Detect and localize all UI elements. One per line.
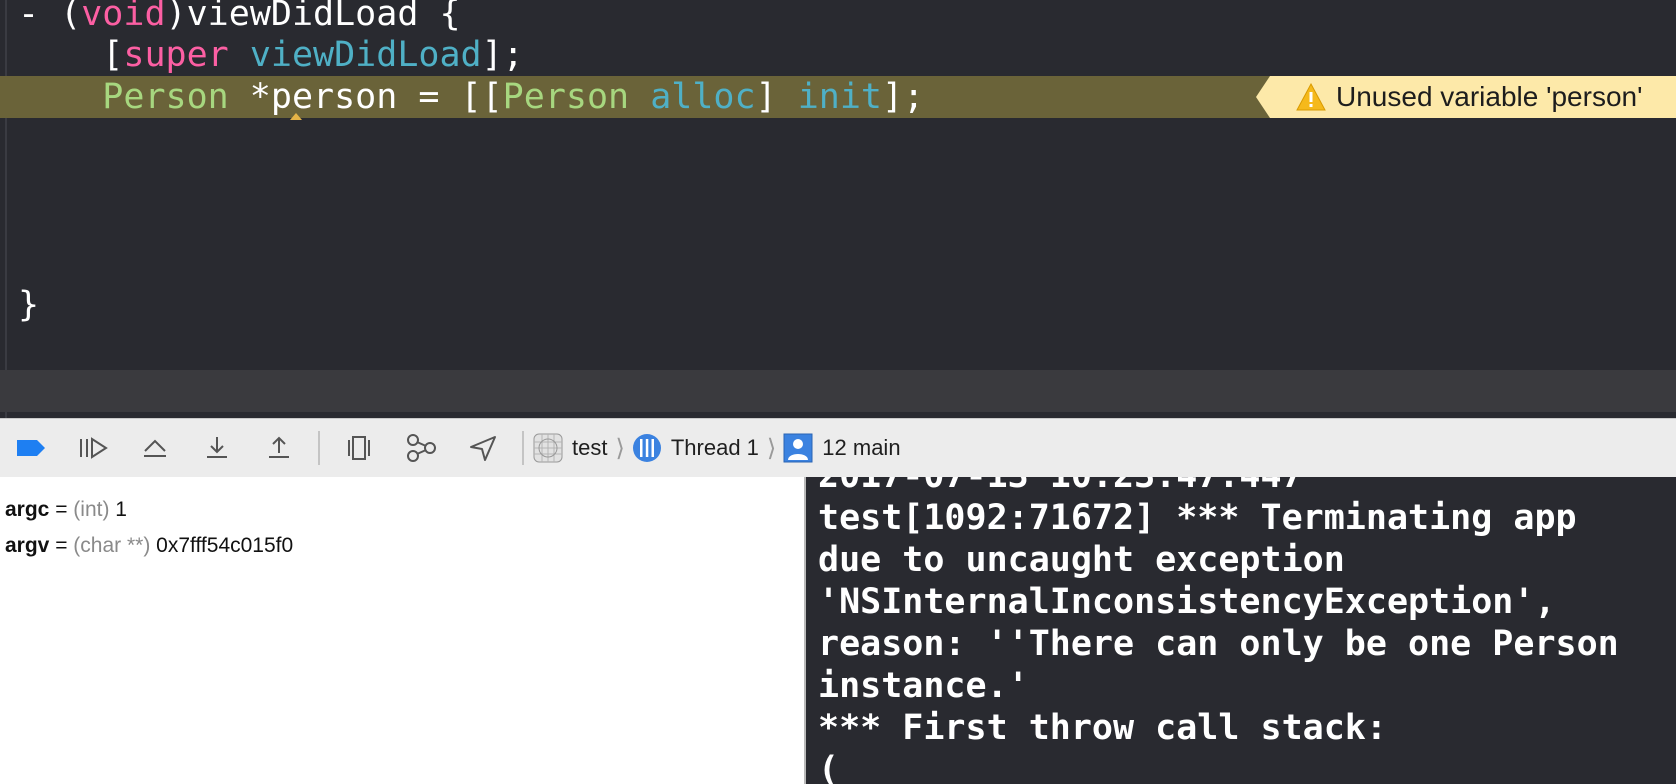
toolbar-separator bbox=[522, 431, 524, 465]
variable-name: argc bbox=[5, 498, 50, 521]
console-line: test[1092:71672] *** Terminating app bbox=[818, 498, 1577, 538]
thread-icon bbox=[631, 432, 663, 464]
code-line-2[interactable]: [super viewDidLoad]; bbox=[18, 34, 523, 76]
code-line-3[interactable]: Person *person = [[Person alloc] init]; bbox=[18, 76, 924, 118]
memory-graph-button[interactable] bbox=[390, 426, 452, 470]
console-line: reason: ''There can only be one Person bbox=[818, 624, 1619, 664]
console-line: instance.' bbox=[818, 666, 1029, 706]
code-line-1[interactable]: - (void)viewDidLoad { bbox=[18, 0, 461, 35]
code-editor[interactable]: - (void)viewDidLoad { [super viewDidLoad… bbox=[0, 0, 1676, 418]
variable-row[interactable]: argv = (char **) 0x7fff54c015f0 bbox=[5, 531, 293, 561]
breadcrumb-frame[interactable]: 12 main bbox=[782, 432, 901, 464]
variable-value: 1 bbox=[109, 498, 127, 521]
simulate-location-button[interactable] bbox=[452, 426, 514, 470]
app-target-icon bbox=[532, 432, 564, 464]
warning-triangle-icon bbox=[1296, 83, 1326, 111]
console-line: 2017-07-13 10:23:47.447 bbox=[818, 477, 1303, 497]
chevron-right-icon: ⟩ bbox=[766, 434, 777, 462]
console-line: due to uncaught exception bbox=[818, 540, 1345, 580]
breadcrumb-target-label: test bbox=[572, 435, 608, 460]
console-line: 'NSInternalInconsistencyException', bbox=[818, 582, 1556, 622]
variable-type: (int) bbox=[73, 498, 110, 521]
console-line: ( bbox=[818, 750, 840, 784]
toolbar-separator bbox=[318, 431, 320, 465]
breadcrumb-frame-label: 12 main bbox=[822, 435, 901, 460]
variable-row[interactable]: argc = (int) 1 bbox=[5, 495, 127, 525]
fixit-caret-icon bbox=[290, 113, 302, 120]
editor-gutter bbox=[5, 0, 7, 418]
variable-value: 0x7fff54c015f0 bbox=[150, 534, 294, 557]
breakpoints-toggle-button[interactable] bbox=[0, 426, 62, 470]
debug-toolbar: test ⟩ Thread 1 ⟩ 12 main bbox=[0, 418, 1676, 478]
warning-text: Unused variable 'person' bbox=[1336, 81, 1643, 112]
stack-frame-user-icon bbox=[782, 432, 814, 464]
step-into-button[interactable] bbox=[186, 426, 248, 470]
variable-name: argv bbox=[5, 534, 50, 557]
step-out-button[interactable] bbox=[248, 426, 310, 470]
chevron-right-icon: ⟩ bbox=[615, 434, 625, 462]
continue-button[interactable] bbox=[62, 426, 124, 470]
console-line: *** First throw call stack: bbox=[818, 708, 1387, 748]
breadcrumb-target[interactable]: test bbox=[532, 432, 607, 464]
variable-type: (char **) bbox=[73, 534, 151, 557]
breadcrumb-thread-label: Thread 1 bbox=[670, 435, 759, 460]
view-hierarchy-button[interactable] bbox=[328, 426, 390, 470]
breadcrumb-thread[interactable]: Thread 1 bbox=[631, 432, 759, 464]
step-over-button[interactable] bbox=[124, 426, 186, 470]
console-output[interactable]: 2017-07-13 10:23:47.447 test[1092:71672]… bbox=[806, 477, 1676, 784]
variables-view[interactable]: argc = (int) 1 argv = (char **) 0x7fff54… bbox=[0, 477, 804, 784]
unused-variable-warning[interactable]: Unused variable 'person' bbox=[1256, 76, 1676, 118]
editor-bottom-strip bbox=[0, 370, 1676, 412]
code-line-closing-brace[interactable]: } bbox=[18, 284, 39, 326]
